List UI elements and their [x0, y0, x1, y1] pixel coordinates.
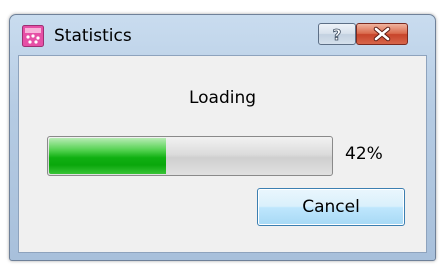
help-button[interactable]: ? [318, 23, 356, 45]
cancel-button[interactable]: Cancel [257, 188, 405, 226]
statistics-app-icon [22, 25, 44, 47]
svg-text:?: ? [333, 26, 342, 44]
loading-status-text: Loading [188, 88, 257, 108]
close-button[interactable] [356, 23, 408, 45]
progress-percent-label: 42% [345, 144, 383, 164]
statistics-dialog-window: Statistics ? Loading 42% Cancel [9, 14, 436, 261]
progress-fill [49, 138, 167, 174]
title-bar[interactable]: Statistics ? [10, 15, 435, 55]
loading-progress-bar [47, 136, 333, 176]
window-title: Statistics [54, 26, 132, 46]
dialog-client-area: Loading 42% Cancel [18, 55, 427, 253]
